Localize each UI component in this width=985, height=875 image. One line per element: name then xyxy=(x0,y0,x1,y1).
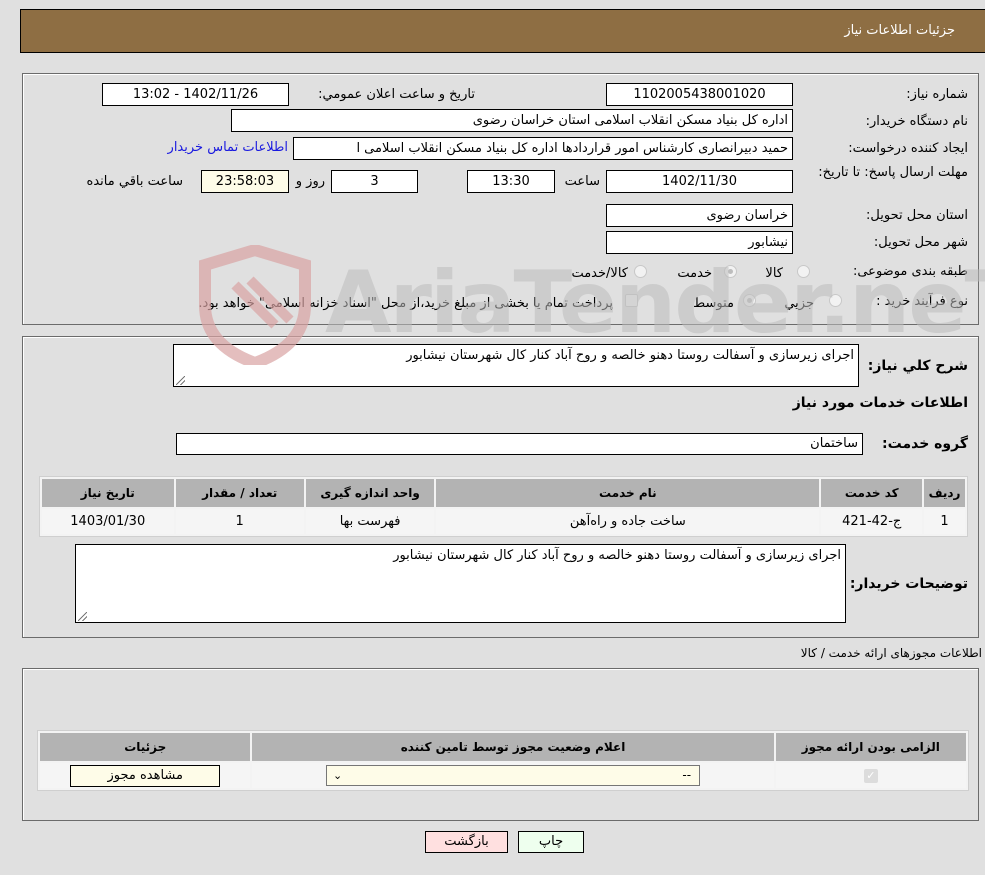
col-quantity: تعداد / مقدار xyxy=(175,479,304,507)
category-radio-service[interactable] xyxy=(724,265,737,278)
chevron-down-icon: ⌄ xyxy=(333,769,343,782)
required-checkbox[interactable]: ✓ xyxy=(863,769,878,783)
buyer-notes-text: اجرای زیرسازی و آسفالت روستا دهنو خالصه … xyxy=(393,548,841,563)
page-title: جزئیات اطلاعات نیاز xyxy=(844,23,955,38)
table-row: 1 ج-42-421 ساخت جاده و راه‌آهن فهرست بها… xyxy=(42,509,965,534)
general-desc-label: شرح کلي نیاز: xyxy=(867,358,968,374)
deadline-time-label: ساعت xyxy=(564,174,600,189)
category-service-label: خدمت xyxy=(677,266,712,281)
permits-section-title: اطلاعات مجوزهای ارائه خدمت / کالا xyxy=(800,646,982,660)
col-service-name: نام خدمت xyxy=(436,479,820,507)
province-field: خراسان رضوی xyxy=(606,204,793,227)
buyer-org-field: اداره کل بنیاد مسکن انقلاب اسلامی استان … xyxy=(231,109,793,132)
permits-table-header: الزامی بودن ارائه مجوز اعلام وضعیت مجوز … xyxy=(40,733,966,761)
general-desc-textarea[interactable]: اجرای زیرسازی و آسفالت روستا دهنو خالصه … xyxy=(173,344,859,387)
permits-table: الزامی بودن ارائه مجوز اعلام وضعیت مجوز … xyxy=(37,730,969,791)
col-service-code: کد خدمت xyxy=(821,479,923,507)
process-minor-label: جزيي xyxy=(784,296,814,311)
table-row: ✓ -- ⌄ مشاهده مجوز xyxy=(40,763,966,788)
category-radio-goods[interactable] xyxy=(797,265,810,278)
permit-status-value: -- xyxy=(682,768,692,782)
announce-label: تاریخ و ساعت اعلان عمومي: xyxy=(318,87,475,102)
need-number-label: شماره نیاز: xyxy=(906,87,968,102)
col-need-date: تاریخ نیاز xyxy=(42,479,174,507)
category-goods-service-label: کالا/خدمت xyxy=(571,266,628,281)
buyer-notes-textarea[interactable]: اجرای زیرسازی و آسفالت روستا دهنو خالصه … xyxy=(75,544,846,623)
cell-permit-required: ✓ xyxy=(775,763,966,788)
col-permit-details: جزئیات xyxy=(40,733,251,761)
permit-status-select[interactable]: -- ⌄ xyxy=(326,765,701,786)
col-unit: واحد اندازه گیری xyxy=(305,479,435,507)
creator-label: ایجاد کننده درخواست: xyxy=(848,141,968,156)
col-row-index: ردیف xyxy=(924,479,965,507)
cell-service-code: ج-42-421 xyxy=(821,509,923,534)
service-group-field: ساختمان xyxy=(176,433,863,455)
city-label: شهر محل تحویل: xyxy=(873,235,968,250)
cell-need-date: 1403/01/30 xyxy=(42,509,174,534)
deadline-label: مهلت ارسال پاسخ: تا تاریخ: xyxy=(818,165,968,180)
buyer-notes-label: توضیحات خریدار: xyxy=(849,576,968,592)
province-label: استان محل تحویل: xyxy=(866,208,968,223)
service-group-label: گروه خدمت: xyxy=(882,436,968,452)
services-table: ردیف کد خدمت نام خدمت واحد اندازه گیری ت… xyxy=(39,476,968,537)
process-medium-label: متوسط xyxy=(693,296,734,311)
view-permit-button[interactable]: مشاهده مجوز xyxy=(70,764,221,787)
cell-row-index: 1 xyxy=(924,509,965,534)
process-radio-medium[interactable] xyxy=(743,294,756,307)
days-label: روز و xyxy=(295,174,325,189)
buyer-org-label: نام دستگاه خریدار: xyxy=(865,114,968,129)
deadline-time-field: 13:30 xyxy=(467,170,555,193)
remaining-time-field: 23:58:03 xyxy=(201,170,289,193)
resize-grip-icon[interactable] xyxy=(176,376,185,385)
cell-unit: فهرست بها xyxy=(305,509,435,534)
print-button[interactable]: چاپ xyxy=(518,831,584,853)
process-radio-minor[interactable] xyxy=(829,294,842,307)
cell-service-name: ساخت جاده و راه‌آهن xyxy=(436,509,820,534)
treasury-note: پرداخت تمام یا بخشی از مبلغ خرید،از محل … xyxy=(198,296,613,311)
category-label: طبقه بندی موضوعی: xyxy=(852,264,968,279)
category-goods-label: کالا xyxy=(765,266,783,281)
category-radio-goods-service[interactable] xyxy=(634,265,647,278)
col-permit-status: اعلام وضعیت مجوز توسط تامین کننده xyxy=(252,733,774,761)
services-table-header: ردیف کد خدمت نام خدمت واحد اندازه گیری ت… xyxy=(42,479,965,507)
cell-quantity: 1 xyxy=(175,509,304,534)
services-section-title: اطلاعات خدمات مورد نیاز xyxy=(792,395,968,411)
col-permit-required: الزامی بودن ارائه مجوز xyxy=(775,733,966,761)
cell-permit-status: -- ⌄ xyxy=(252,763,774,788)
need-number-field: 1102005438001020 xyxy=(606,83,793,106)
general-desc-text: اجرای زیرسازی و آسفالت روستا دهنو خالصه … xyxy=(406,348,854,363)
page-header: جزئیات اطلاعات نیاز xyxy=(20,9,985,53)
cell-permit-details: مشاهده مجوز xyxy=(40,763,251,788)
back-button[interactable]: بازگشت xyxy=(425,831,508,853)
treasury-checkbox[interactable] xyxy=(625,294,638,307)
remaining-days-field: 3 xyxy=(331,170,418,193)
creator-field: حمید دبیرانصاری کارشناس امور قراردادها ا… xyxy=(293,137,793,160)
process-label: نوع فرآیند خرید : xyxy=(876,294,968,309)
remaining-time-label: ساعت باقي مانده xyxy=(86,174,183,189)
city-field: نیشابور xyxy=(606,231,793,254)
deadline-date-field: 1402/11/30 xyxy=(606,170,793,193)
buyer-contact-link[interactable]: اطلاعات تماس خریدار xyxy=(168,140,288,155)
resize-grip-icon[interactable] xyxy=(78,612,87,621)
announce-datetime-field: 1402/11/26 - 13:02 xyxy=(102,83,289,106)
